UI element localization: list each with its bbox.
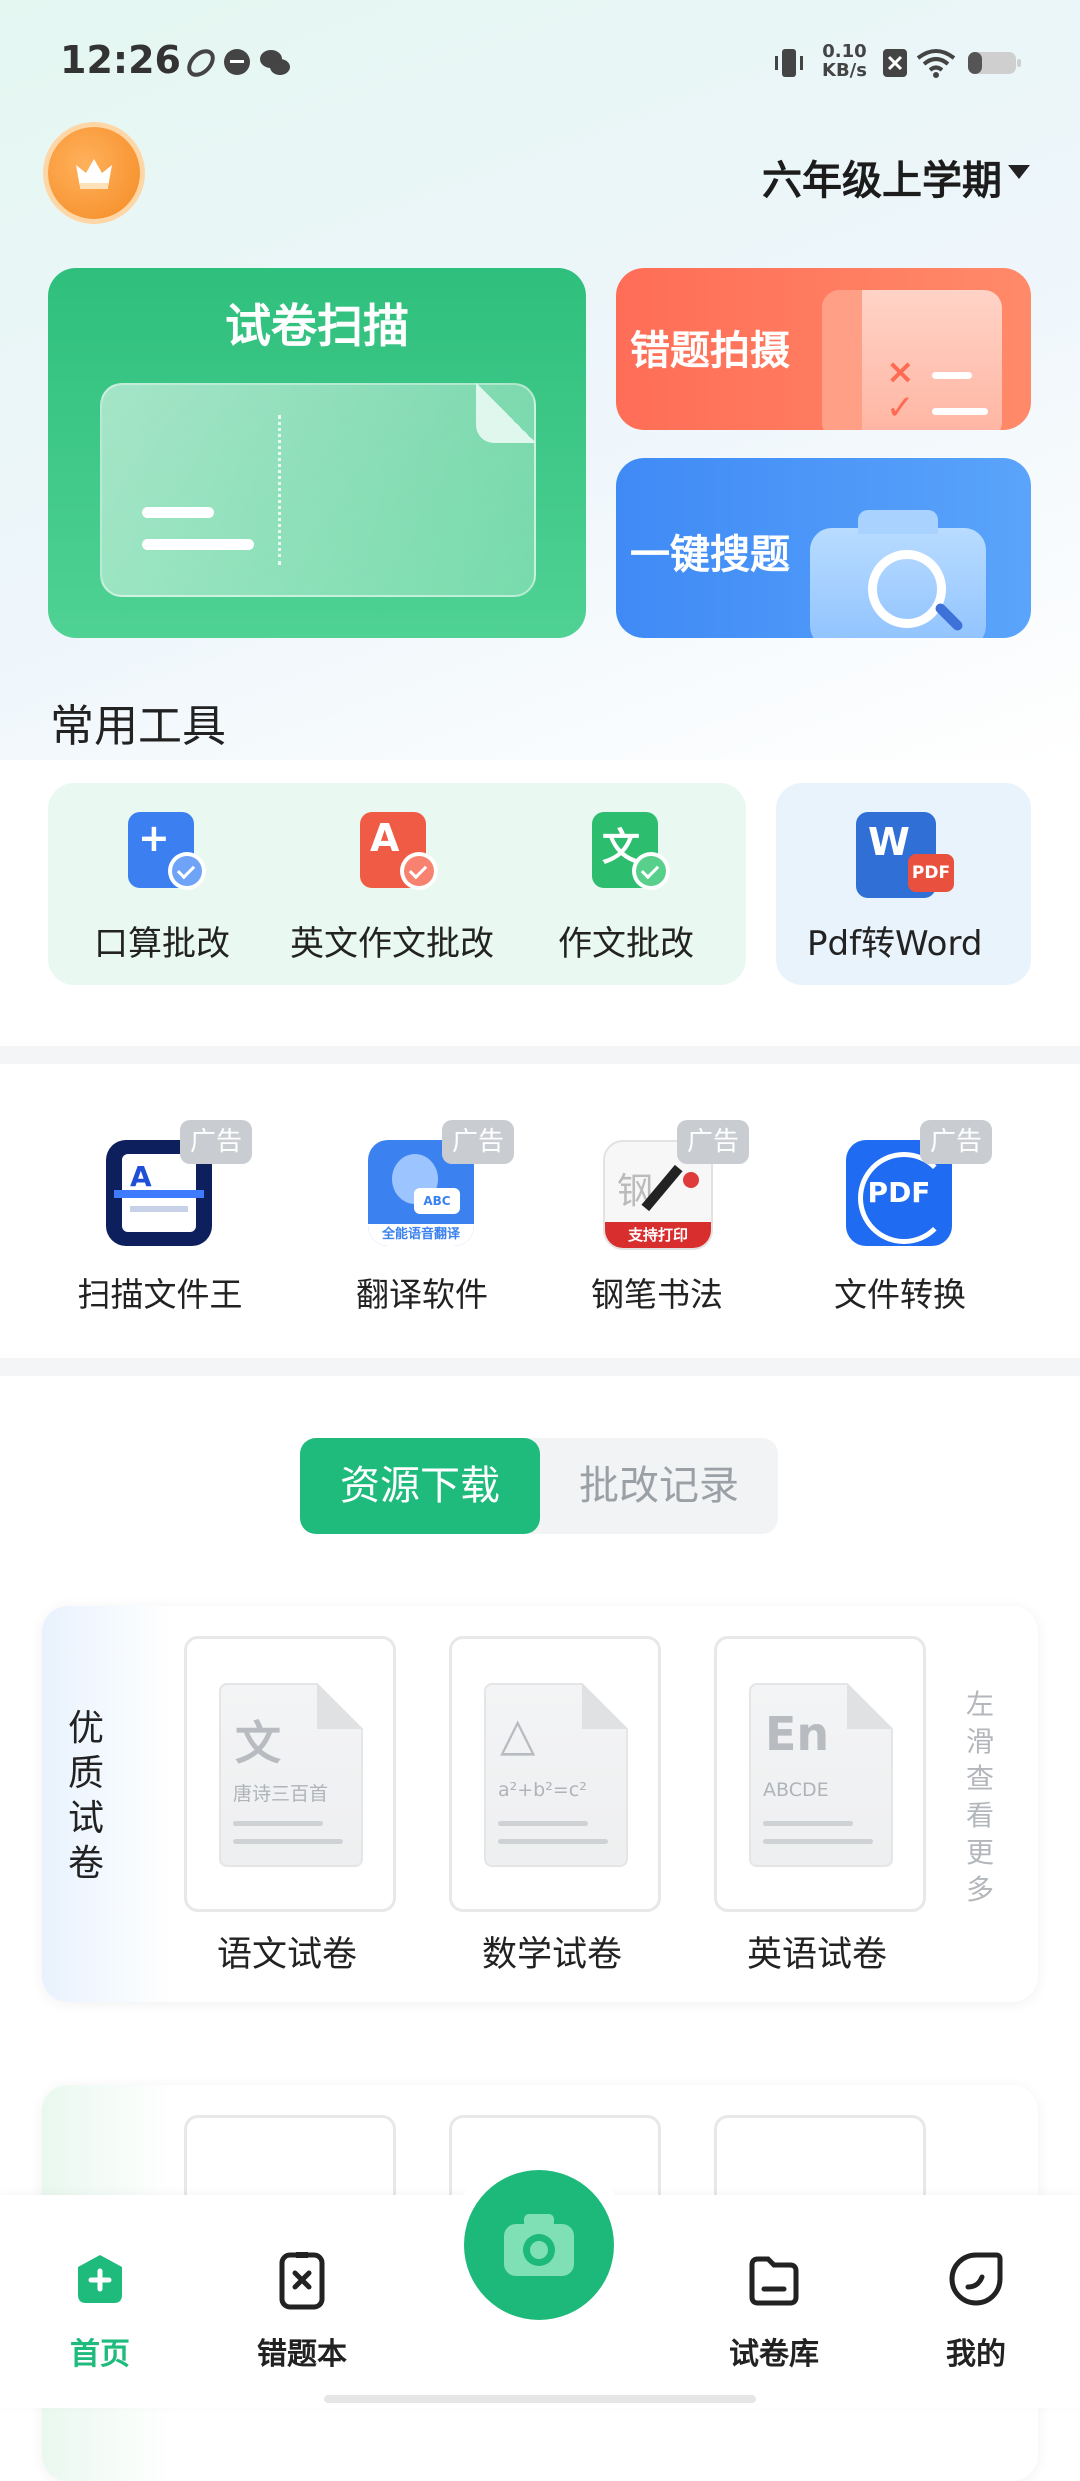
tools-section-title: 常用工具: [50, 701, 226, 752]
tool-label: 作文批改: [558, 924, 694, 964]
vibrate-icon: [775, 49, 803, 77]
one-key-search-title: 一键搜题: [630, 532, 790, 578]
nav-library-label: 试卷库: [729, 2337, 819, 2372]
ad-app-file-convert[interactable]: PDF 广告 文件转换: [790, 1120, 1010, 1340]
swipe-hint: 左滑查看更多: [966, 1688, 995, 1906]
chinese-paper-label: 语文试卷: [216, 1935, 357, 1975]
battery-icon: [968, 52, 1021, 74]
ad-badge: 广告: [677, 1120, 750, 1164]
link-icon: [187, 49, 215, 77]
translator-app-icon-text: 全能语音翻译: [368, 1224, 474, 1246]
ad-app-label: 翻译软件: [356, 1275, 488, 1314]
section-divider: [0, 1046, 1080, 1064]
sim-off-icon: [883, 49, 907, 77]
net-speed-unit: KB/s: [822, 60, 867, 81]
home-indicator: [324, 2395, 756, 2403]
tool-label: Pdf转Word: [807, 924, 983, 964]
folder-icon: [749, 2256, 799, 2306]
camera-button[interactable]: [464, 2170, 614, 2320]
tool-label: 口算批改: [94, 924, 230, 964]
ad-app-scanner[interactable]: A 广告 扫描文件王: [50, 1120, 270, 1340]
net-speed: 0.10 KB/s: [822, 42, 867, 80]
mistake-photo-title: 错题拍摄: [630, 328, 790, 374]
english-paper-label: 英语试卷: [746, 1935, 887, 1975]
tab-correction-records[interactable]: 批改记录: [540, 1438, 778, 1534]
pen-app-icon-text: 支持打印: [605, 1222, 711, 1248]
tool-english-essay[interactable]: A 英文作文批改: [280, 812, 520, 972]
math-paper-label: 数学试卷: [481, 1935, 622, 1975]
tool-essay[interactable]: 文 作文批改: [530, 812, 730, 972]
grade-selector[interactable]: 六年级上学期: [762, 148, 1002, 206]
camera-search-icon: [810, 510, 986, 638]
message-icon: [224, 49, 250, 75]
english-doc-icon: En: [765, 1707, 830, 1761]
one-key-search-card[interactable]: 一键搜题: [616, 458, 1031, 638]
tool-label: 英文作文批改: [290, 924, 494, 964]
doc-subtitle: 唐诗三百首: [233, 1783, 329, 1805]
exam-scan-card[interactable]: 试卷扫描: [48, 268, 586, 638]
english-check-icon: A: [360, 812, 438, 892]
quality-papers-section[interactable]: 优质试卷 文 唐诗三百首 语文试卷 △ a²+b²=c² 数学试卷 En ABC…: [42, 1606, 1038, 2002]
pdf-convert-app-icon-text: PDF: [867, 1176, 931, 1209]
chinese-paper-card[interactable]: 文 唐诗三百首: [184, 1636, 396, 1912]
tab-switcher: 资源下载 批改记录: [300, 1438, 778, 1534]
tab-resource-download[interactable]: 资源下载: [300, 1438, 540, 1534]
ad-app-label: 扫描文件王: [77, 1275, 243, 1314]
tool-oral-math[interactable]: + 口算批改: [60, 812, 270, 972]
wechat-icon: [260, 50, 290, 75]
nav-mine-label: 我的: [946, 2337, 1006, 2372]
word-pdf-icon: W PDF: [856, 812, 956, 898]
math-check-icon: +: [128, 812, 206, 892]
section-side-panel: 优质试卷: [42, 1606, 172, 2002]
doc-subtitle: ABCDE: [763, 1779, 829, 1801]
wifi-icon: [916, 49, 956, 78]
ad-badge: 广告: [442, 1120, 515, 1164]
mistake-photo-card[interactable]: 错题拍摄 × ✓: [616, 268, 1031, 430]
scanner-app-icon-text: A: [130, 1160, 152, 1193]
camera-icon: [504, 2214, 574, 2276]
net-speed-value: 0.10: [822, 41, 867, 62]
essay-check-icon: 文: [592, 812, 670, 892]
vip-crown-avatar[interactable]: [48, 127, 140, 219]
ad-app-label: 钢笔书法: [591, 1275, 723, 1314]
exam-scan-title: 试卷扫描: [225, 299, 409, 353]
quality-papers-title: 优质试卷: [68, 1708, 105, 1884]
math-doc-icon: △: [500, 1707, 536, 1761]
tool-pdf-to-word[interactable]: W PDF Pdf转Word: [776, 812, 1031, 972]
home-icon: [78, 2255, 122, 2303]
section-divider: [0, 1358, 1080, 1376]
ad-app-translator[interactable]: ABC 全能语音翻译 广告 翻译软件: [312, 1120, 532, 1340]
chevron-down-icon[interactable]: [1008, 165, 1030, 179]
mistake-book-icon: [279, 2252, 325, 2310]
nav-mistakes-label: 错题本: [257, 2337, 347, 2372]
profile-icon: [949, 2252, 1003, 2306]
nav-home-label: 首页: [70, 2337, 130, 2372]
doc-subtitle: a²+b²=c²: [498, 1779, 587, 1801]
ad-app-label: 文件转换: [834, 1275, 966, 1314]
ad-app-calligraphy[interactable]: 钢 支持打印 广告 钢笔书法: [547, 1120, 767, 1340]
paper-illustration-icon: [100, 383, 536, 597]
ad-badge: 广告: [180, 1120, 253, 1164]
chinese-doc-icon: 文: [235, 1716, 281, 1770]
mistake-book-icon: × ✓: [822, 290, 1002, 430]
math-paper-card[interactable]: △ a²+b²=c²: [449, 1636, 661, 1912]
ad-badge: 广告: [920, 1120, 993, 1164]
english-paper-card[interactable]: En ABCDE: [714, 1636, 926, 1912]
status-bar: 12:26 0.10 KB/s: [0, 0, 1080, 130]
crown-icon: [76, 159, 112, 189]
status-time: 12:26: [60, 38, 181, 82]
